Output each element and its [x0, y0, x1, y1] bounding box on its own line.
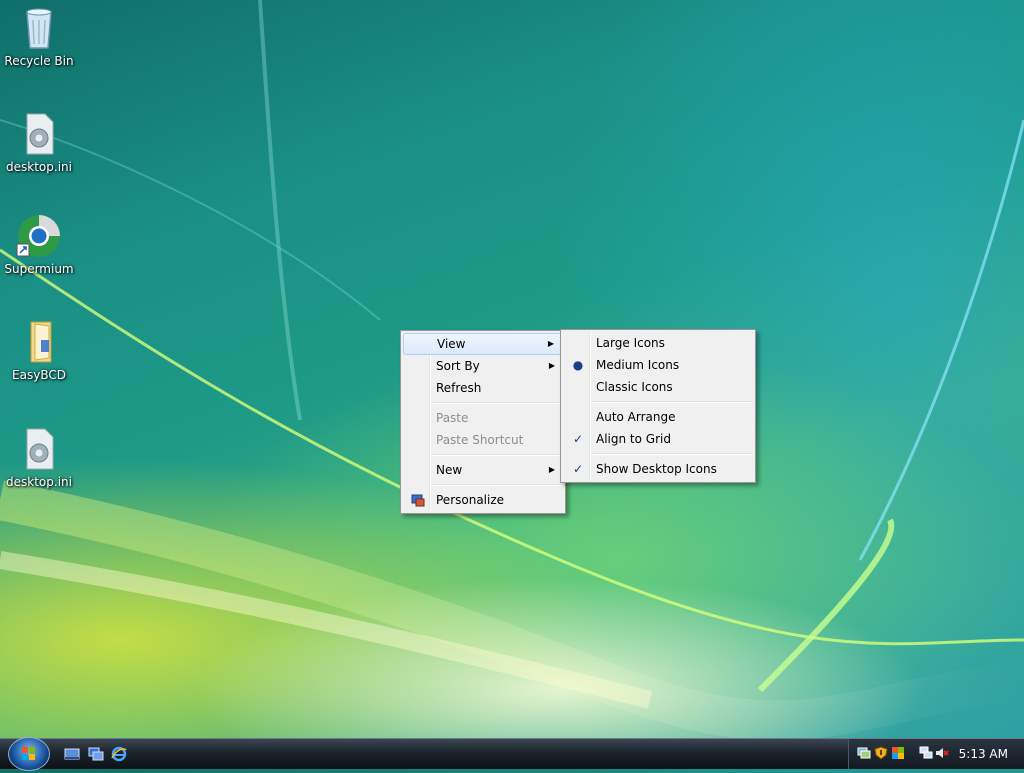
desktop-icon-desktop-ini[interactable]: desktop.ini [1, 425, 77, 489]
checkmark-icon: ✓ [572, 432, 584, 446]
browser-icon [15, 212, 63, 260]
menu-item-sort-by[interactable]: Sort By ▶ [403, 355, 563, 377]
config-file-icon [15, 425, 63, 473]
show-desktop-icon[interactable] [64, 746, 80, 762]
windows-logo-icon [22, 747, 35, 760]
menu-item-label: Personalize [436, 493, 505, 507]
submenu-arrow-icon: ▶ [547, 339, 554, 348]
network-connection-icon[interactable] [919, 746, 933, 760]
menu-item-paste[interactable]: Paste [403, 407, 563, 429]
personalize-icon [411, 489, 425, 514]
menu-item-paste-shortcut[interactable]: Paste Shortcut [403, 429, 563, 451]
menu-item-auto-arrange[interactable]: Auto Arrange [563, 406, 753, 428]
menu-item-label: Medium Icons [596, 358, 680, 372]
desktop-icon-label: EasyBCD [12, 368, 66, 382]
menu-item-label: Sort By [436, 359, 480, 373]
submenu-arrow-icon: ▶ [548, 465, 555, 474]
recycle-bin-icon [15, 4, 63, 52]
desktop-icon-label: Supermium [4, 262, 74, 276]
menu-item-personalize[interactable]: Personalize [403, 489, 563, 511]
taskbar: 5:13 AM [0, 737, 1024, 771]
folder-icon [15, 318, 63, 366]
desktop-icon-easybcd[interactable]: EasyBCD [1, 318, 77, 382]
menu-item-label: Classic Icons [596, 380, 673, 394]
network-status-icon[interactable] [857, 746, 871, 760]
menu-item-label: Large Icons [596, 336, 665, 350]
radio-selected-icon: ● [572, 358, 584, 372]
menu-item-label: Show Desktop Icons [596, 462, 717, 476]
menu-item-medium-icons[interactable]: ● Medium Icons [563, 354, 753, 376]
security-shield-icon[interactable] [874, 746, 888, 760]
desktop-icon-recycle-bin[interactable]: Recycle Bin [1, 4, 77, 68]
desktop-icon-label: Recycle Bin [4, 54, 74, 68]
view-submenu: Large Icons ● Medium Icons Classic Icons… [560, 329, 756, 483]
menu-item-label: View [437, 337, 466, 351]
menu-separator [431, 484, 563, 486]
checkmark-icon: ✓ [572, 462, 584, 476]
desktop-context-menu: View ▶ Sort By ▶ Refresh Paste Paste Sho… [400, 330, 566, 514]
menu-separator [431, 402, 563, 404]
config-file-icon [15, 110, 63, 158]
taskbar-clock[interactable]: 5:13 AM [959, 747, 1008, 761]
menu-item-label: New [436, 463, 463, 477]
menu-item-new[interactable]: New ▶ [403, 459, 563, 481]
menu-item-view[interactable]: View ▶ [403, 333, 563, 355]
menu-item-refresh[interactable]: Refresh [403, 377, 563, 399]
menu-separator [431, 454, 563, 456]
internet-explorer-icon[interactable] [111, 746, 127, 762]
desktop-icon-desktop-ini[interactable]: desktop.ini [1, 110, 77, 174]
windows-update-icon[interactable] [891, 746, 905, 760]
start-button[interactable] [8, 737, 50, 771]
system-tray: 5:13 AM [848, 739, 1024, 769]
menu-item-label: Paste Shortcut [436, 433, 524, 447]
desktop-icon-label: desktop.ini [6, 160, 72, 174]
volume-muted-icon[interactable] [935, 746, 949, 760]
switch-windows-icon[interactable] [88, 746, 104, 762]
menu-item-label: Refresh [436, 381, 482, 395]
menu-item-large-icons[interactable]: Large Icons [563, 332, 753, 354]
menu-item-show-desktop-icons[interactable]: ✓ Show Desktop Icons [563, 458, 753, 480]
submenu-arrow-icon: ▶ [548, 361, 555, 370]
desktop-icon-label: desktop.ini [6, 475, 72, 489]
menu-item-label: Paste [436, 411, 469, 425]
menu-item-align-to-grid[interactable]: ✓ Align to Grid [563, 428, 753, 450]
menu-separator [591, 401, 753, 403]
desktop-icon-supermium[interactable]: Supermium [1, 212, 77, 276]
menu-item-label: Align to Grid [596, 432, 671, 446]
menu-item-classic-icons[interactable]: Classic Icons [563, 376, 753, 398]
menu-item-label: Auto Arrange [596, 410, 676, 424]
menu-separator [591, 453, 753, 455]
